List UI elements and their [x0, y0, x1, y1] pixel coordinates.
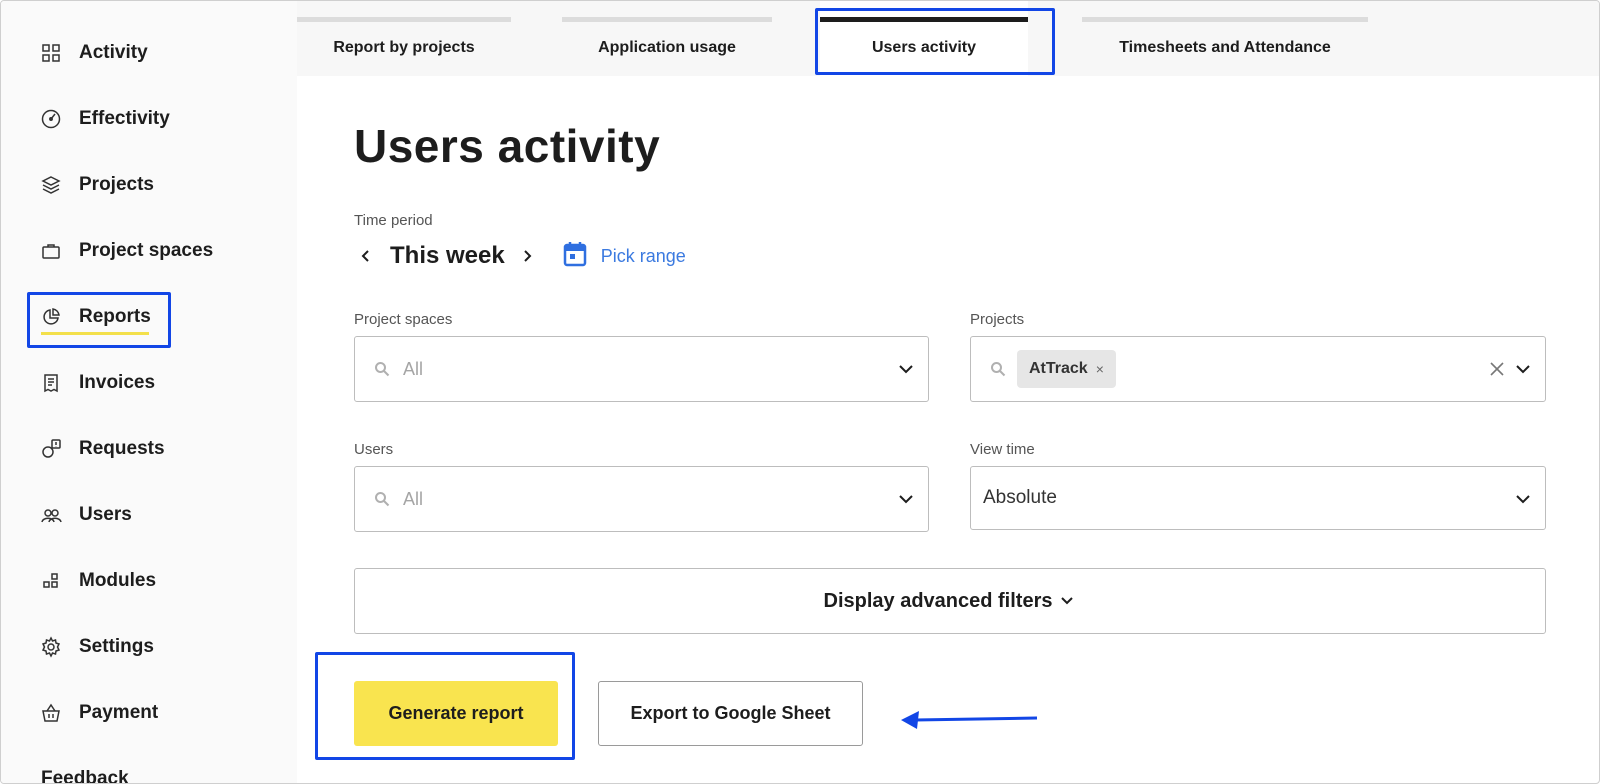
projects-select[interactable]: AtTrack ×	[970, 336, 1546, 402]
pick-range-button[interactable]: Pick range	[563, 241, 686, 272]
feedback-label: Feedback	[41, 768, 129, 784]
project-spaces-select[interactable]: All	[354, 336, 929, 402]
advanced-filters-label: Display advanced filters	[823, 589, 1053, 612]
sidebar-item-settings[interactable]: Settings	[39, 627, 154, 667]
tab-label: Users activity	[871, 39, 977, 56]
users-select[interactable]: All	[354, 466, 929, 532]
chevron-down-icon	[1058, 592, 1076, 610]
search-icon	[373, 360, 391, 378]
chevron-down-icon	[896, 359, 916, 379]
sidebar-item-label: Settings	[79, 636, 154, 657]
chevron-down-icon	[1513, 489, 1533, 509]
users-icon	[39, 503, 63, 527]
chevron-down-icon	[896, 489, 916, 509]
tab-application-usage[interactable]: Application usage	[562, 1, 772, 76]
tab-indicator	[297, 17, 511, 22]
basket-icon	[39, 701, 63, 725]
pie-chart-icon	[39, 305, 63, 329]
sidebar-item-label: Project spaces	[79, 240, 214, 261]
users-label: Users	[354, 441, 394, 458]
gauge-icon	[39, 107, 63, 131]
gear-icon	[39, 635, 63, 659]
app-window: Activity Effectivity Projects Project sp…	[0, 0, 1600, 784]
time-period-selector: This week Pick range	[354, 239, 686, 273]
sidebar-item-feedback[interactable]: Feedback	[41, 759, 129, 784]
project-spaces-placeholder: All	[403, 358, 424, 379]
page-title: Users activity	[354, 120, 661, 172]
view-time-select[interactable]: Absolute	[970, 466, 1546, 530]
advanced-filters-toggle[interactable]: Display advanced filters	[354, 568, 1546, 634]
sidebar-item-project-spaces[interactable]: Project spaces	[39, 231, 213, 271]
search-icon	[989, 360, 1007, 378]
arrow-left-icon	[901, 711, 1038, 729]
sidebar-item-payment[interactable]: Payment	[39, 693, 158, 733]
chevron-right-icon[interactable]	[515, 244, 539, 268]
generate-report-button[interactable]: Generate report	[354, 681, 558, 746]
sidebar-item-label: Payment	[79, 702, 159, 723]
sidebar-item-label: Activity	[79, 42, 148, 63]
tab-indicator	[1082, 17, 1368, 22]
sidebar-item-label: Requests	[79, 438, 165, 459]
users-placeholder: All	[403, 488, 424, 509]
pick-range-label: Pick range	[600, 245, 686, 266]
sidebar-item-label: Effectivity	[79, 108, 170, 129]
tab-label: Report by projects	[333, 39, 475, 56]
receipt-icon	[39, 371, 63, 395]
sidebar-item-reports[interactable]: Reports	[39, 297, 151, 337]
modules-icon	[39, 569, 63, 593]
sidebar-item-activity[interactable]: Activity	[39, 33, 148, 73]
sidebar-item-label: Modules	[79, 570, 157, 591]
tab-indicator	[562, 17, 772, 22]
project-chip-label: AtTrack	[1029, 360, 1088, 377]
sidebar-item-users[interactable]: Users	[39, 495, 132, 535]
tab-report-by-projects[interactable]: Report by projects	[297, 1, 511, 76]
project-chip: AtTrack ×	[1017, 350, 1116, 388]
time-period-value: This week	[390, 242, 505, 269]
tab-users-activity[interactable]: Users activity	[820, 1, 1028, 76]
calendar-icon	[563, 241, 587, 272]
close-icon[interactable]	[1487, 359, 1507, 379]
briefcase-icon	[39, 239, 63, 263]
chevron-down-icon	[1513, 359, 1533, 379]
time-period-label: Time period	[354, 212, 433, 229]
sidebar-item-label: Projects	[79, 174, 154, 195]
sidebar-item-projects[interactable]: Projects	[39, 165, 154, 205]
grid-icon	[39, 41, 63, 65]
request-icon	[39, 437, 63, 461]
view-time-value: Absolute	[983, 487, 1057, 508]
tab-label: Application usage	[598, 39, 736, 56]
sidebar-item-modules[interactable]: Modules	[39, 561, 156, 601]
layers-icon	[39, 173, 63, 197]
tab-timesheets-attendance[interactable]: Timesheets and Attendance	[1082, 1, 1368, 76]
tab-indicator	[820, 17, 1028, 22]
search-icon	[373, 490, 391, 508]
sidebar-item-label: Invoices	[79, 372, 156, 393]
sidebar-item-label: Users	[79, 504, 132, 525]
project-spaces-label: Project spaces	[354, 311, 453, 328]
sidebar: Activity Effectivity Projects Project sp…	[1, 1, 297, 784]
sidebar-item-effectivity[interactable]: Effectivity	[39, 99, 170, 139]
active-indicator	[41, 332, 149, 335]
projects-label: Projects	[970, 311, 1025, 328]
chevron-left-icon[interactable]	[354, 244, 378, 268]
tab-bar: Report by projects Application usage Use…	[297, 1, 1599, 76]
chip-remove-button[interactable]: ×	[1096, 361, 1104, 377]
export-google-sheet-button[interactable]: Export to Google Sheet	[598, 681, 863, 746]
view-time-label: View time	[970, 441, 1035, 458]
sidebar-item-requests[interactable]: Requests	[39, 429, 165, 469]
tab-label: Timesheets and Attendance	[1119, 39, 1331, 56]
sidebar-item-invoices[interactable]: Invoices	[39, 363, 155, 403]
sidebar-item-label: Reports	[79, 306, 151, 327]
